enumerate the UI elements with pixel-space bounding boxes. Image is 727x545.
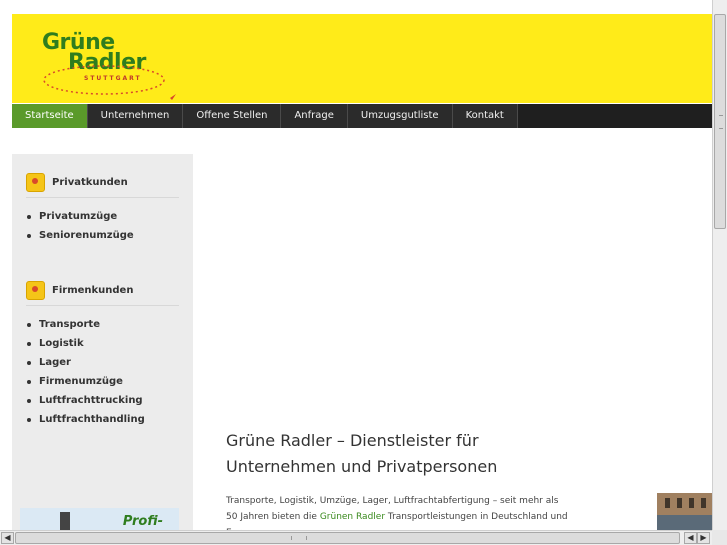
privatkunden-icon <box>26 172 45 192</box>
sidebar-item[interactable]: Transporte <box>26 315 145 334</box>
headline-line1: Grüne Radler – Dienstleister für <box>226 431 479 450</box>
grip-icon <box>291 536 307 540</box>
horizontal-scrollbar[interactable]: ◀ ◀ ▶ <box>0 530 712 545</box>
privatkunden-header[interactable]: Privatkunden <box>26 172 128 192</box>
headline-line2: Unternehmen und Privatpersonen <box>226 457 498 476</box>
browser-viewport: Grüne Radler STUTTGART Startseite Unterne… <box>0 0 712 530</box>
vertical-scroll-thumb[interactable] <box>714 14 726 229</box>
grip-icon <box>719 115 723 129</box>
privatkunden-title: Privatkunden <box>52 176 128 188</box>
sidebar-item[interactable]: Firmenumzüge <box>26 372 145 391</box>
firmenkunden-title: Firmenkunden <box>52 284 134 296</box>
sidebar-item[interactable]: Lager <box>26 353 145 372</box>
gruene-radler-link[interactable]: Grünen Radler <box>320 512 385 522</box>
divider <box>26 305 179 306</box>
nav-item-kontakt[interactable]: Kontakt <box>452 104 518 128</box>
logo-dotted-swoosh-icon <box>43 65 176 100</box>
sidebar-item[interactable]: Logistik <box>26 334 145 353</box>
site-logo[interactable]: Grüne Radler STUTTGART <box>40 30 180 110</box>
horizontal-scroll-thumb[interactable] <box>15 532 680 544</box>
nav-item-umzugsgutliste[interactable]: Umzugsgutliste <box>347 104 453 128</box>
nav-item-startseite[interactable]: Startseite <box>12 104 88 128</box>
site-header: Grüne Radler STUTTGART <box>12 14 712 103</box>
nav-item-unternehmen[interactable]: Unternehmen <box>87 104 184 128</box>
banner-text: Profi- <box>122 514 163 529</box>
sidebar-item[interactable]: Luftfrachttrucking <box>26 391 145 410</box>
scroll-right-button[interactable]: ▶ <box>697 532 710 544</box>
top-strip <box>0 0 712 14</box>
nav-item-offene-stellen[interactable]: Offene Stellen <box>183 104 282 128</box>
scroll-left-button[interactable]: ◀ <box>1 532 14 544</box>
page-headline: Grüne Radler – Dienstleister für Unterne… <box>226 428 526 480</box>
firmenkunden-header[interactable]: Firmenkunden <box>26 280 133 300</box>
nav-item-anfrage[interactable]: Anfrage <box>281 104 348 128</box>
banner-figure-icon <box>60 512 70 530</box>
scroll-left-button-2[interactable]: ◀ <box>684 532 697 544</box>
sidebar: Privatkunden Privatumzüge Seniorenumzüge … <box>12 154 193 530</box>
building-photo <box>657 493 712 530</box>
firmenkunden-icon <box>26 280 45 300</box>
sidebar-item[interactable]: Privatumzüge <box>26 207 134 226</box>
scroll-corner <box>712 530 727 545</box>
intro-paragraph: Transporte, Logistik, Umzüge, Lager, Luf… <box>226 493 571 530</box>
sidebar-item[interactable]: Luftfrachthandling <box>26 410 145 429</box>
main-nav: Startseite Unternehmen Offene Stellen Anfra… <box>12 104 712 128</box>
vertical-scrollbar[interactable] <box>712 0 727 530</box>
profi-banner[interactable]: Profi- <box>20 508 179 530</box>
divider <box>26 197 179 198</box>
sidebar-item[interactable]: Seniorenumzüge <box>26 226 134 245</box>
